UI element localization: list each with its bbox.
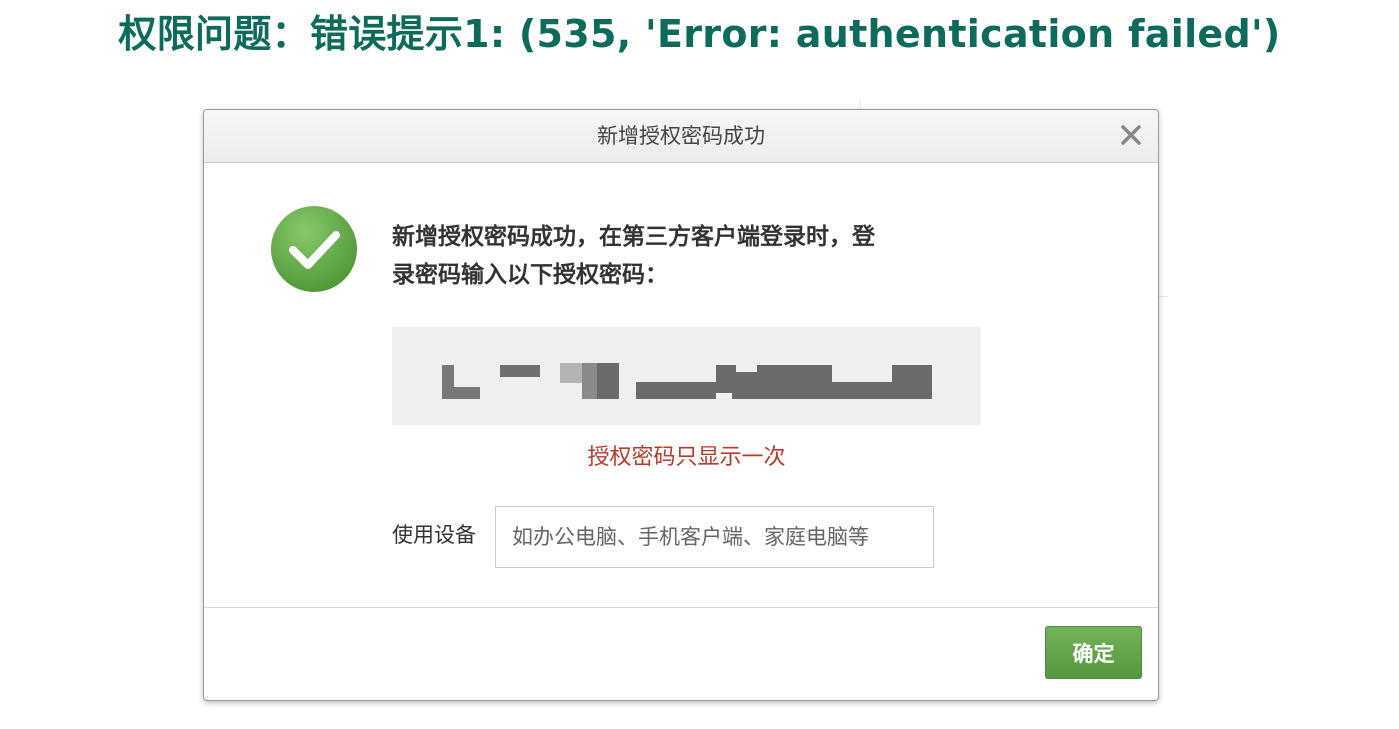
success-message-line: 新增授权密码成功，在第三方客户端登录时，登 (392, 224, 875, 250)
page-title: 权限问题：错误提示1: (535, 'Error: authentication… (118, 12, 1281, 56)
close-icon[interactable] (1118, 122, 1144, 148)
dialog-title: 新增授权密码成功 (597, 124, 765, 148)
background-divider (1158, 296, 1168, 297)
success-message: 新增授权密码成功，在第三方客户端登录时，登 录密码输入以下授权密码： (392, 218, 992, 294)
success-message-line: 录密码输入以下授权密码： (392, 262, 668, 288)
password-notice: 授权密码只显示一次 (587, 445, 786, 470)
confirm-button[interactable]: 确定 (1045, 626, 1142, 679)
device-input[interactable] (495, 506, 934, 568)
authorization-code-box (392, 327, 981, 425)
footer-divider (204, 607, 1158, 608)
check-circle-icon (270, 205, 358, 293)
redacted-code (442, 363, 932, 399)
auth-password-dialog: 新增授权密码成功 新增授权密码成功，在第三方客户端登录时，登 录密码输入以下授权… (203, 109, 1159, 701)
device-label: 使用设备 (392, 523, 476, 547)
dialog-header: 新增授权密码成功 (204, 110, 1158, 163)
